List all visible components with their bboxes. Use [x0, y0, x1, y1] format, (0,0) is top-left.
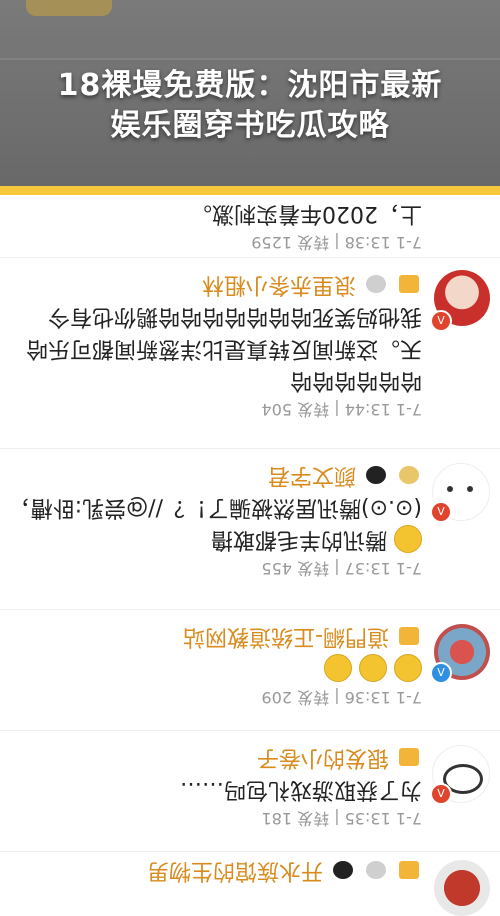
medal-icon	[366, 275, 386, 293]
comment-content: 7-1 13:36 | 转发 209 道門綱-正统道教网站	[0, 620, 422, 710]
list-item[interactable]: V 7-1 13:35 | 转发 181 为了获取游戏礼包吗…… 银发的小卷子	[0, 731, 500, 852]
comment-meta: 7-1 13:35 | 转发 181	[261, 809, 422, 828]
comment-text-line: 腾讯的羊毛都敢撸	[0, 523, 422, 555]
smile-emoji-icon	[359, 654, 387, 682]
username[interactable]: 开水族馆的生物男	[0, 854, 422, 886]
comment-text-line: (⊙.⊙)腾讯居然被骗了！？//@尝乳:卧槽，	[8, 495, 422, 520]
comment-content: 7-1 13:38 | 转发 1259 上，2020年着实刺激。	[0, 197, 422, 255]
verified-badge-icon: V	[430, 501, 452, 523]
crown-badge-icon	[399, 275, 419, 293]
faded-follow-button	[26, 0, 112, 16]
panda-icon	[366, 466, 386, 484]
accent-bar	[0, 186, 500, 195]
verified-badge-icon: V	[430, 310, 452, 332]
avatar[interactable]	[434, 860, 490, 916]
comment-meta: 7-1 13:44 | 转发 504	[261, 400, 422, 419]
comment-content: 开水族馆的生物男	[0, 854, 422, 886]
divider	[0, 58, 500, 60]
page-title: 18裸墁免费版：沈阳市最新 娱乐圈穿书吃瓜攻略	[0, 66, 500, 146]
username[interactable]: 颜文字君	[0, 459, 422, 491]
list-item[interactable]: V 7-1 13:44 | 转发 504 哈哈哈哈哈哈 天。这新闻反转真是比洋葱…	[0, 258, 500, 449]
badge-icon	[399, 466, 419, 484]
title-line-2: 娱乐圈穿书吃瓜攻略	[110, 108, 390, 143]
panda-icon	[333, 861, 353, 879]
header-banner: 18裸墁免费版：沈阳市最新 娱乐圈穿书吃瓜攻略	[0, 0, 500, 192]
comment-text-line: 上，2020年着实刺激。	[190, 201, 422, 226]
username[interactable]: 浪里赤条小粗林	[0, 268, 422, 300]
laugh-emoji-icon	[394, 525, 422, 553]
list-item[interactable]: V 7-1 13:37 | 转发 455 腾讯的羊毛都敢撸 (⊙.⊙)腾讯居然被…	[0, 449, 500, 610]
crown-badge-icon	[399, 627, 419, 645]
smile-emoji-icon	[324, 654, 352, 682]
username[interactable]: 银发的小卷子	[0, 741, 422, 773]
crown-badge-icon	[399, 861, 419, 879]
comment-text-line: 哈哈哈哈哈哈	[289, 368, 422, 393]
comment-meta: 7-1 13:37 | 转发 455	[261, 559, 422, 578]
crown-badge-icon	[399, 748, 419, 766]
verified-badge-icon: V	[430, 783, 452, 805]
comment-content: 7-1 13:44 | 转发 504 哈哈哈哈哈哈 天。这新闻反转真是比洋葱新闻…	[0, 268, 422, 422]
comment-content: 7-1 13:35 | 转发 181 为了获取游戏礼包吗…… 银发的小卷子	[0, 741, 422, 831]
comment-meta: 7-1 13:36 | 转发 209	[261, 688, 422, 707]
verified-badge-icon: V	[430, 662, 452, 684]
list-item[interactable]: V 7-1 13:36 | 转发 209 道門綱-正统道教网站	[0, 610, 500, 731]
smile-emoji-icon	[394, 654, 422, 682]
comment-text-line: 我他妈笑死哈哈哈哈哈哈哈鹅你也有今	[47, 304, 422, 329]
comment-text-line: 天。这新闻反转真是比洋葱新闻都可乐哈	[25, 336, 422, 361]
medal-icon	[366, 861, 386, 879]
title-line-1: 18裸墁免费版：沈阳市最新	[57, 68, 443, 103]
comment-text-line	[0, 652, 422, 684]
username[interactable]: 道門綱-正统道教网站	[0, 620, 422, 652]
comment-content: 7-1 13:37 | 转发 455 腾讯的羊毛都敢撸 (⊙.⊙)腾讯居然被骗了…	[0, 459, 422, 581]
list-item[interactable]: 7-1 13:38 | 转发 1259 上，2020年着实刺激。	[0, 195, 500, 258]
comment-text-line: 为了获取游戏礼包吗……	[179, 777, 422, 802]
comment-meta: 7-1 13:38 | 转发 1259	[251, 233, 422, 252]
list-item[interactable]: 开水族馆的生物男	[0, 852, 500, 916]
